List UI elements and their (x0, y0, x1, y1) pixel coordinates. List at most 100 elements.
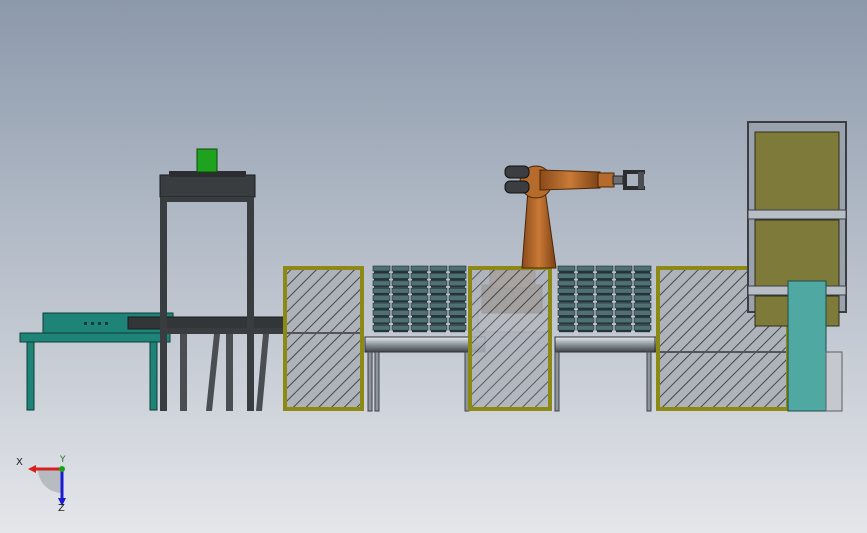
infeed-conveyor-leg (26, 341, 35, 411)
pallet-tray-lip (431, 278, 446, 281)
pallet-tray (557, 317, 576, 324)
pallet-tray-lip (635, 322, 650, 325)
pallet-tray-lip (635, 278, 650, 281)
pallet-tray (557, 310, 576, 316)
pallet-tray (429, 287, 448, 294)
pallet-tray (372, 287, 391, 294)
pallet-tray-lip (374, 300, 389, 303)
storage-tower-shelf (747, 209, 847, 220)
roller (554, 336, 656, 353)
pallet-tray-lip (635, 285, 650, 288)
pallet-stack-left[interactable] (372, 265, 467, 333)
pallet-tray-lip (635, 271, 650, 273)
triad-x-label: X (16, 457, 23, 468)
pallet-tray (576, 310, 595, 316)
pallet-tray (410, 280, 429, 287)
pallet-tray-lip (393, 285, 408, 288)
pallet-tray-lip (393, 308, 408, 310)
pallet-tray-lip (559, 278, 574, 281)
pallet-tray-lip (597, 315, 612, 318)
guard-cage-left-panel (283, 266, 364, 411)
pallet-tray (633, 310, 652, 316)
pallet-tray (372, 295, 391, 301)
pallet-tray-lip (597, 300, 612, 303)
pallet-tray-lip (559, 271, 574, 273)
teal-cabinet[interactable] (787, 280, 827, 412)
pallet-tray (372, 265, 391, 272)
pallet-tray (391, 287, 410, 294)
pallet-tray-lip (412, 300, 427, 303)
conveyor-leg (646, 351, 652, 412)
pallet-tray-lip (616, 322, 631, 325)
pallet-tray-lip (393, 278, 408, 281)
pallet-tray (614, 295, 633, 301)
pallet-tray (576, 302, 595, 309)
pallet-tray (633, 280, 652, 287)
pallet-tray-lip (616, 315, 631, 318)
pallet-tray-lip (597, 293, 612, 296)
pallet-tray (391, 265, 410, 272)
pallet-tray (448, 280, 467, 287)
pallet-tray-lip (450, 293, 465, 296)
pallet-tray (410, 310, 429, 316)
pallet-tray-lip (374, 322, 389, 325)
infeed-conveyor-leg (149, 341, 158, 411)
pallet-tray (448, 287, 467, 294)
lift-frame-post (180, 334, 187, 411)
pallet-tray-lip (374, 278, 389, 281)
pallet-tray-lip (431, 293, 446, 296)
infeed-conveyor-top (19, 332, 171, 343)
pallet-tray-lip (374, 330, 389, 333)
pallet-tray-lip (431, 285, 446, 288)
assembly-scene[interactable] (0, 0, 867, 533)
pallet-tray-lip (431, 271, 446, 273)
pallet-stack-right[interactable] (557, 265, 652, 333)
pallet-tray (595, 317, 614, 324)
pallet-tray-lip (559, 293, 574, 296)
guard-cage-left[interactable] (283, 266, 364, 411)
pallet-tray-lip (578, 278, 593, 281)
pallet-tray-lip (597, 322, 612, 325)
pallet-tray (372, 273, 391, 279)
pallet-tray (557, 280, 576, 287)
pallet-tray-lip (393, 293, 408, 296)
pallet-tray-lip (412, 278, 427, 281)
pallet-tray (576, 280, 595, 287)
pallet-tray-lip (431, 315, 446, 318)
pallet-tray-lip (578, 315, 593, 318)
conveyor-leg (367, 351, 373, 412)
pallet-tray (557, 295, 576, 301)
conveyor-leg (374, 351, 380, 412)
lift-frame-top-block (159, 174, 256, 198)
conveyor-leg (554, 351, 560, 412)
pallet-tray (557, 265, 576, 272)
green-part[interactable] (196, 148, 218, 173)
pallet-tray-lip (374, 293, 389, 296)
pallet-tray-lip (412, 293, 427, 296)
pallet-tray-lip (450, 308, 465, 310)
pallet-tray (633, 324, 652, 331)
pallet-tray (557, 287, 576, 294)
pallet-tray (633, 302, 652, 309)
cad-viewport[interactable]: X Y Z (0, 0, 867, 533)
pallet-tray-lip (616, 300, 631, 303)
pallet-tray (429, 317, 448, 324)
pallet-tray (595, 273, 614, 279)
pallet-tray-lip (374, 308, 389, 310)
roller (364, 336, 486, 353)
pallet-tray-lip (559, 315, 574, 318)
pallet-tray (448, 317, 467, 324)
pallet-tray-lip (559, 308, 574, 310)
pallet-tray-lip (635, 330, 650, 333)
pallet-tray-lip (635, 308, 650, 310)
guard-cage-center[interactable] (468, 266, 552, 411)
pallet-tray-lip (412, 315, 427, 318)
pallet-tray (633, 295, 652, 301)
pallet-tray (391, 295, 410, 301)
pallet-tray-lip (597, 285, 612, 288)
pallet-tray-lip (450, 285, 465, 288)
pallet-tray (614, 273, 633, 279)
pallet-tray (595, 310, 614, 316)
pallet-tray (448, 310, 467, 316)
pallet-tray (391, 324, 410, 331)
